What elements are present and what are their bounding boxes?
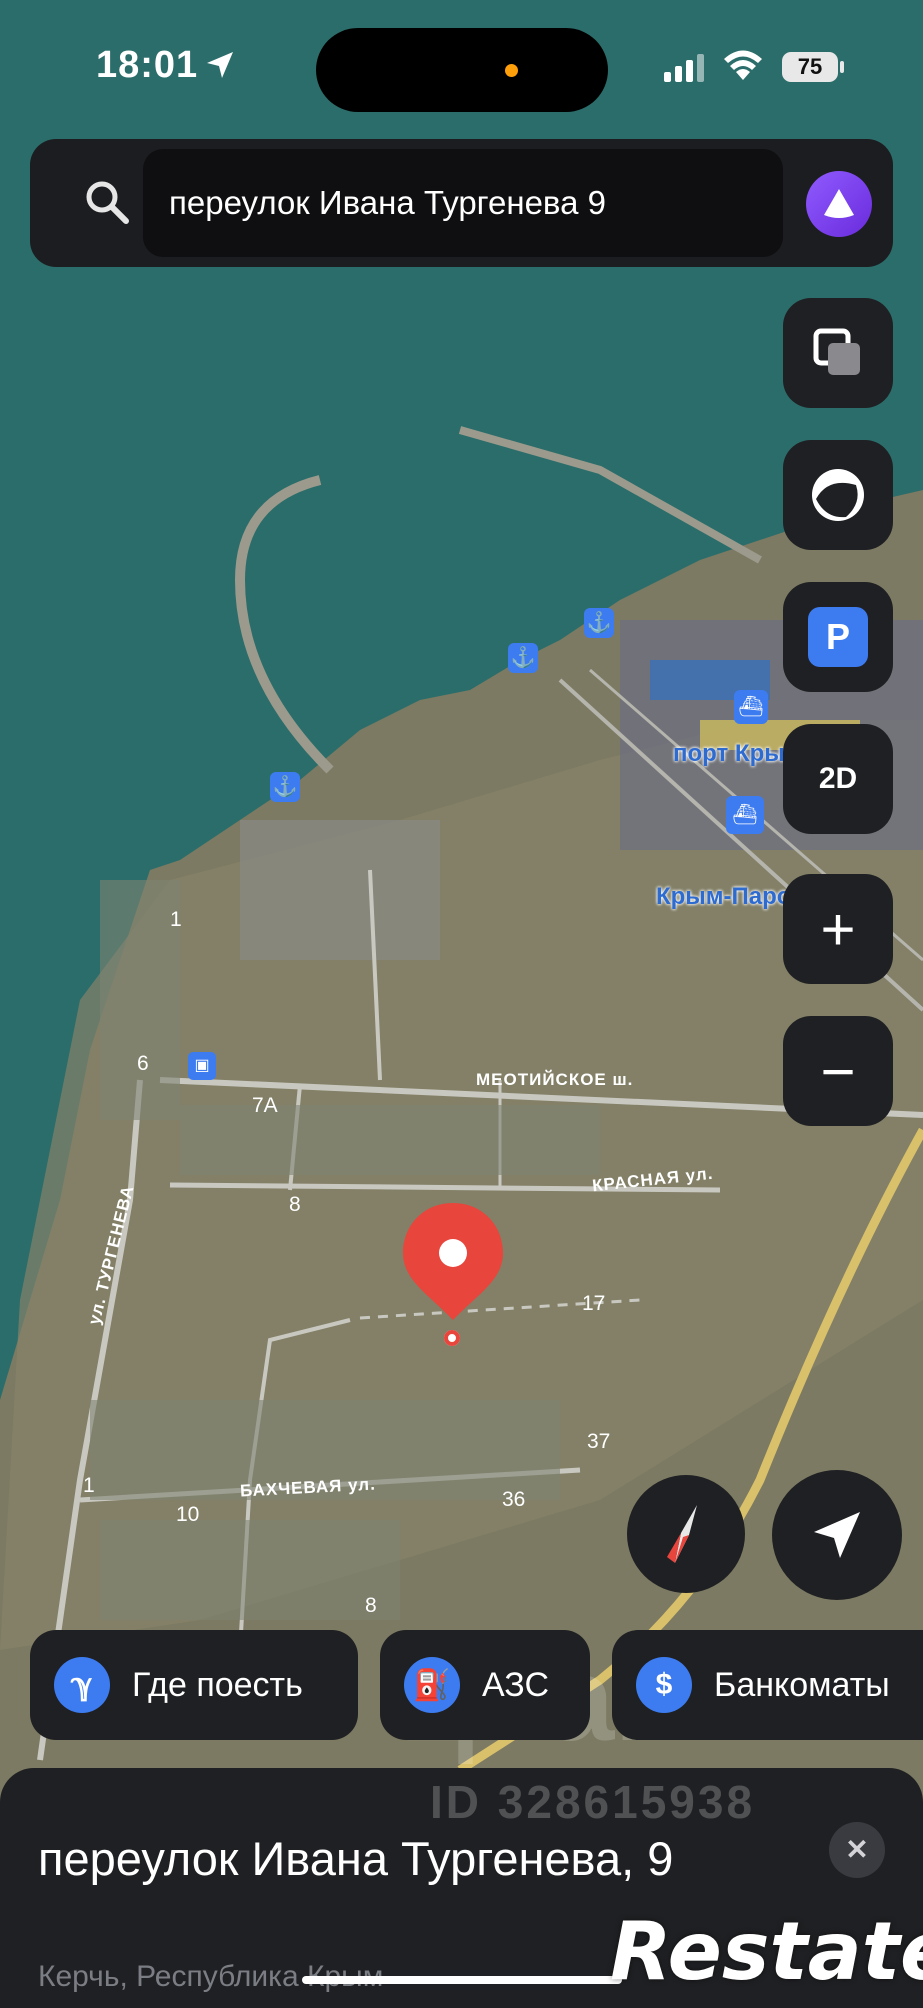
house-number: 36 xyxy=(502,1488,526,1511)
status-time: 18:01 xyxy=(96,44,199,86)
watermark-cian-id: ID 328615938 xyxy=(430,1776,756,1828)
battery-tip xyxy=(840,61,844,73)
my-location-button[interactable] xyxy=(772,1470,902,1600)
location-point-icon xyxy=(444,1330,460,1346)
street-label-meotiyskoe: МЕОТИЙСКОЕ ш. xyxy=(476,1070,634,1089)
dynamic-island xyxy=(316,28,608,112)
parking-button[interactable]: P xyxy=(783,582,893,692)
compass-icon xyxy=(667,1505,697,1563)
zoom-in-button[interactable]: + xyxy=(783,874,893,984)
ferry-terminal-icon[interactable]: ⛴ xyxy=(726,796,764,834)
chip-label: Банкоматы xyxy=(714,1665,890,1704)
battery-indicator: 75 xyxy=(782,52,838,82)
parking-icon: P xyxy=(808,607,868,667)
house-number: 8 xyxy=(289,1193,301,1216)
chip-label: АЗС xyxy=(482,1665,550,1704)
house-number: 6 xyxy=(137,1052,149,1075)
home-indicator[interactable] xyxy=(302,1976,622,1984)
layers-icon xyxy=(813,328,860,375)
house-number: 8 xyxy=(365,1594,377,1617)
watermark-restate-logo: Restate xyxy=(610,1905,923,1998)
chip-where-to-eat[interactable]: ℽ Где поесть xyxy=(30,1630,358,1740)
location-services-icon xyxy=(207,52,233,78)
house-number: 10 xyxy=(176,1503,200,1526)
globe-icon xyxy=(812,469,864,521)
close-icon[interactable]: ✕ xyxy=(829,1822,885,1878)
house-number: 17 xyxy=(582,1292,606,1315)
navigation-arrow-icon xyxy=(814,1512,860,1558)
place-title: переулок Ивана Тургенева, 9 xyxy=(38,1832,674,1885)
house-number: 1 xyxy=(170,908,182,931)
anchor-icon[interactable]: ⚓ xyxy=(508,643,538,673)
search-input[interactable]: переулок Ивана Тургенева 9 xyxy=(143,149,783,257)
ship-icon[interactable]: ⛴ xyxy=(734,690,768,724)
fork-knife-icon: ℽ xyxy=(54,1657,110,1713)
house-number: 7А xyxy=(252,1094,278,1117)
dollar-icon: $ xyxy=(636,1657,692,1713)
chip-label: Где поесть xyxy=(132,1665,303,1704)
house-number: 37 xyxy=(587,1430,611,1453)
search-bar: переулок Ивана Тургенева 9 xyxy=(30,139,893,267)
wifi-icon xyxy=(724,50,762,80)
location-pin-icon[interactable] xyxy=(398,1198,508,1328)
house-number: 1 xyxy=(83,1474,95,1497)
zoom-out-button[interactable]: − xyxy=(783,1016,893,1126)
bus-stop-icon[interactable]: ▣ xyxy=(188,1052,216,1080)
status-bar: 18:01 75 xyxy=(0,0,923,130)
map-style-button[interactable] xyxy=(783,440,893,550)
chip-gas-station[interactable]: ⛽ АЗС xyxy=(380,1630,590,1740)
chip-atms[interactable]: $ Банкоматы xyxy=(612,1630,923,1740)
privacy-indicator-icon xyxy=(505,64,518,77)
search-icon[interactable] xyxy=(82,177,132,227)
compass-button[interactable] xyxy=(627,1475,745,1593)
anchor-icon[interactable]: ⚓ xyxy=(270,772,300,802)
cellular-signal-icon xyxy=(664,54,704,82)
alice-assistant-icon[interactable] xyxy=(806,171,872,237)
fuel-icon: ⛽ xyxy=(404,1657,460,1713)
view-mode-button[interactable]: 2D xyxy=(783,724,893,834)
anchor-icon[interactable]: ⚓ xyxy=(584,608,614,638)
layers-button[interactable] xyxy=(783,298,893,408)
